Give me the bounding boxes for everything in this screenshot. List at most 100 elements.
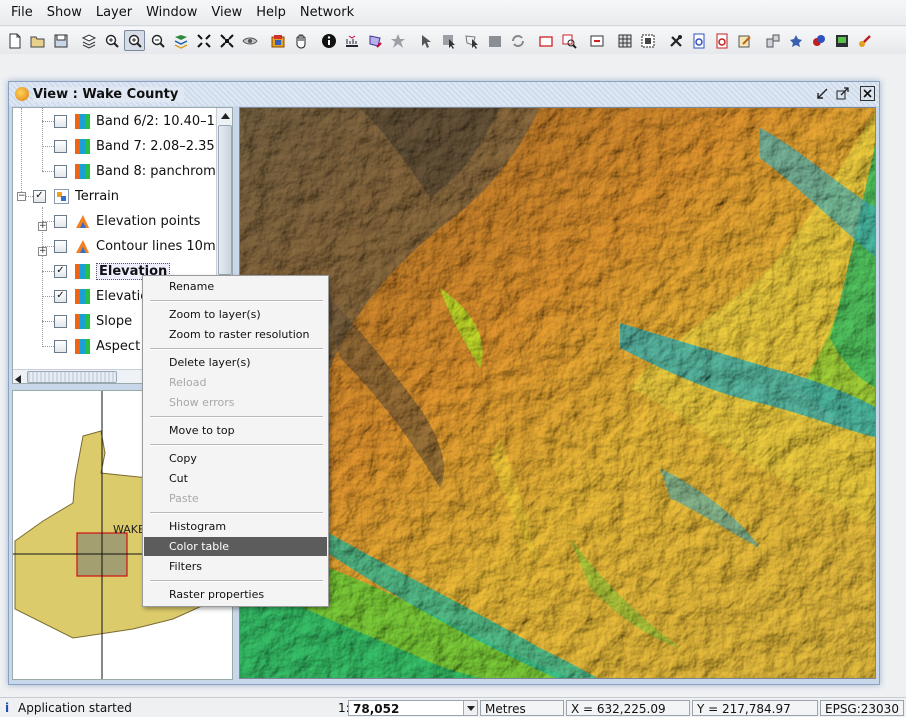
zoom-selection-icon[interactable] bbox=[216, 30, 237, 51]
minimize-icon[interactable] bbox=[815, 86, 830, 101]
layer-label: Band 6/2: 10.40–12 bbox=[96, 113, 224, 129]
toc-group-terrain[interactable]: ✓ Terrain bbox=[33, 185, 119, 207]
zoom-out-icon[interactable] bbox=[147, 30, 168, 51]
menu-network[interactable]: Network bbox=[293, 0, 361, 26]
toc-layer-aspect[interactable]: Aspect bbox=[54, 335, 140, 357]
layer-label: Slope bbox=[96, 313, 133, 329]
edit-icon[interactable] bbox=[734, 30, 755, 51]
menu-item-histogram[interactable]: Histogram bbox=[144, 517, 327, 536]
table-icon[interactable] bbox=[614, 30, 635, 51]
tools-icon[interactable] bbox=[665, 30, 686, 51]
select-polygon-icon[interactable] bbox=[461, 30, 482, 51]
x-coordinate-field: X = 632,225.09 bbox=[566, 700, 690, 716]
clear-selection-icon[interactable] bbox=[535, 30, 556, 51]
toc-layer-slope[interactable]: Slope bbox=[54, 310, 132, 332]
map-canvas[interactable] bbox=[239, 107, 876, 679]
scroll-thumb[interactable] bbox=[218, 125, 232, 275]
layers-icon[interactable] bbox=[78, 30, 99, 51]
menu-item-copy[interactable]: Copy bbox=[144, 449, 327, 468]
layer-label: Aspect bbox=[96, 338, 141, 354]
zoom-selection-box-icon[interactable] bbox=[558, 30, 579, 51]
maximize-icon[interactable] bbox=[835, 86, 850, 101]
scroll-left-arrow-icon[interactable] bbox=[15, 373, 21, 383]
raster-layer-icon bbox=[75, 138, 90, 154]
previous-extent-icon[interactable] bbox=[239, 30, 260, 51]
save-icon[interactable] bbox=[50, 30, 71, 51]
scale-combobox[interactable]: 78,052 bbox=[348, 700, 478, 716]
layer-visibility-checkbox[interactable]: ✓ bbox=[54, 264, 67, 278]
close-icon[interactable] bbox=[860, 86, 875, 101]
toc-layer-band8[interactable]: Band 8: panchromati bbox=[54, 160, 233, 182]
zoom-layer-icon[interactable] bbox=[193, 30, 214, 51]
layout-icon[interactable] bbox=[762, 30, 783, 51]
export-red-icon[interactable] bbox=[711, 30, 732, 51]
view-window-icon bbox=[15, 87, 29, 101]
graphics-icon[interactable] bbox=[586, 30, 607, 51]
open-folder-icon[interactable] bbox=[27, 30, 48, 51]
menu-item-filters[interactable]: Filters bbox=[144, 557, 327, 576]
layer-visibility-checkbox[interactable]: ✓ bbox=[54, 289, 67, 303]
chevron-down-icon[interactable] bbox=[463, 701, 477, 715]
menu-item-zoom-to-raster-resolution[interactable]: Zoom to raster resolution bbox=[144, 325, 327, 344]
new-document-icon[interactable] bbox=[4, 30, 25, 51]
menu-file[interactable]: File bbox=[4, 0, 40, 26]
menu-window[interactable]: Window bbox=[139, 0, 204, 26]
menu-item-move-to-top[interactable]: Move to top bbox=[144, 421, 327, 440]
expand-contour-lines-toggle[interactable]: + bbox=[38, 247, 47, 256]
menu-item-color-table[interactable]: Color table bbox=[144, 537, 327, 556]
layer-visibility-checkbox[interactable] bbox=[54, 139, 67, 153]
menu-help[interactable]: Help bbox=[249, 0, 293, 26]
print-layout-icon[interactable] bbox=[637, 30, 658, 51]
view-window-titlebar[interactable]: View : Wake County bbox=[9, 82, 879, 106]
layer-label: Terrain bbox=[75, 188, 120, 204]
menu-item-delete-layer[interactable]: Delete layer(s) bbox=[144, 353, 327, 372]
console-icon[interactable] bbox=[831, 30, 852, 51]
select-arrow-icon[interactable] bbox=[415, 30, 436, 51]
full-extent-icon[interactable] bbox=[170, 30, 191, 51]
geoprocess-icon[interactable] bbox=[785, 30, 806, 51]
menu-item-show-errors: Show errors bbox=[169, 396, 235, 409]
layer-visibility-checkbox[interactable]: ✓ bbox=[33, 189, 46, 203]
layer-visibility-checkbox[interactable] bbox=[54, 314, 67, 328]
zoom-in-icon[interactable] bbox=[101, 30, 122, 51]
epsg-label: EPSG:23030 bbox=[825, 702, 899, 716]
menu-view[interactable]: View bbox=[204, 0, 249, 26]
layer-visibility-checkbox[interactable] bbox=[54, 239, 67, 253]
layer-visibility-checkbox[interactable] bbox=[54, 164, 67, 178]
invert-selection-icon[interactable] bbox=[507, 30, 528, 51]
menu-layer[interactable]: Layer bbox=[89, 0, 139, 26]
info-icon[interactable] bbox=[318, 30, 339, 51]
select-fill-icon[interactable] bbox=[484, 30, 505, 51]
layer-visibility-checkbox[interactable] bbox=[54, 114, 67, 128]
menu-item-zoom-to-layer[interactable]: Zoom to layer(s) bbox=[144, 305, 327, 324]
pan-hand-icon[interactable] bbox=[290, 30, 311, 51]
layer-visibility-checkbox[interactable] bbox=[54, 214, 67, 228]
measure-distance-icon[interactable] bbox=[341, 30, 362, 51]
x-coordinate: X = 632,225.09 bbox=[571, 702, 666, 716]
measure-area-icon[interactable] bbox=[364, 30, 385, 51]
layer-label: Elevation points bbox=[96, 213, 201, 229]
star-tool-icon[interactable] bbox=[387, 30, 408, 51]
scroll-thumb[interactable] bbox=[27, 371, 117, 383]
menu-item-raster-properties[interactable]: Raster properties bbox=[144, 585, 327, 604]
menu-item-cut[interactable]: Cut bbox=[144, 469, 327, 488]
network-icon[interactable] bbox=[854, 30, 875, 51]
toc-layer-contour-lines[interactable]: Contour lines 10m bbox=[54, 235, 216, 257]
toc-layer-band6[interactable]: Band 6/2: 10.40–12 bbox=[54, 110, 223, 132]
menu-item-rename[interactable]: Rename bbox=[144, 277, 327, 296]
scroll-up-arrow-icon[interactable] bbox=[217, 108, 232, 124]
zoom-rectangle-icon[interactable] bbox=[124, 30, 145, 51]
plugin-icon[interactable] bbox=[808, 30, 829, 51]
layer-label: Band 8: panchromati bbox=[96, 163, 233, 179]
vector-layer-icon bbox=[75, 239, 90, 254]
export-blue-icon[interactable] bbox=[688, 30, 709, 51]
select-rectangle-icon[interactable] bbox=[438, 30, 459, 51]
toc-layer-band7[interactable]: Band 7: 2.08–2.35 µ bbox=[54, 135, 227, 157]
layer-visibility-checkbox[interactable] bbox=[54, 339, 67, 353]
refresh-icon[interactable] bbox=[267, 30, 288, 51]
collapse-terrain-toggle[interactable]: − bbox=[17, 192, 26, 201]
toc-layer-elevation-points[interactable]: Elevation points bbox=[54, 210, 200, 232]
menu-show[interactable]: Show bbox=[40, 0, 89, 26]
toolbar bbox=[0, 27, 906, 54]
expand-elevation-points-toggle[interactable]: + bbox=[38, 222, 47, 231]
